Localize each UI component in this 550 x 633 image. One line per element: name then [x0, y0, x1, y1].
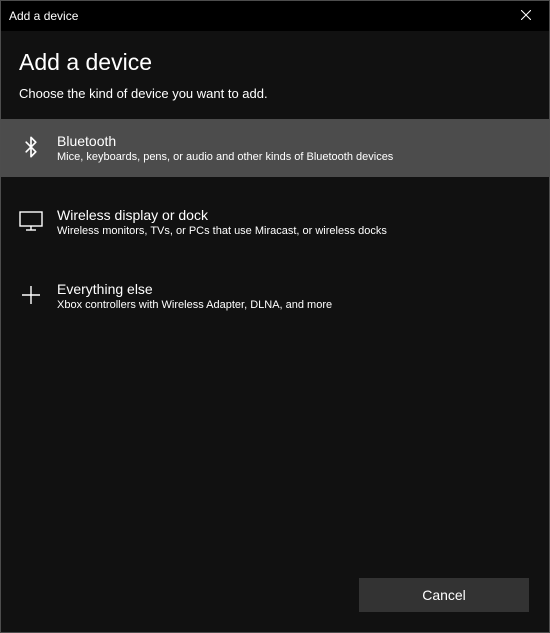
option-title: Everything else [57, 281, 332, 297]
device-options: Bluetooth Mice, keyboards, pens, or audi… [1, 119, 549, 562]
window-title: Add a device [9, 9, 503, 23]
option-text: Bluetooth Mice, keyboards, pens, or audi… [57, 133, 393, 163]
option-desc: Mice, keyboards, pens, or audio and othe… [57, 151, 393, 163]
option-bluetooth[interactable]: Bluetooth Mice, keyboards, pens, or audi… [1, 119, 549, 177]
option-title: Wireless display or dock [57, 207, 387, 223]
plus-icon [19, 283, 43, 307]
dialog-content: Add a device Choose the kind of device y… [1, 31, 549, 632]
add-device-window: Add a device Add a device Choose the kin… [0, 0, 550, 633]
option-wireless-display[interactable]: Wireless display or dock Wireless monito… [1, 193, 549, 251]
dialog-footer: Cancel [1, 562, 549, 632]
display-icon [19, 209, 43, 233]
cancel-button[interactable]: Cancel [359, 578, 529, 612]
option-title: Bluetooth [57, 133, 393, 149]
option-everything-else[interactable]: Everything else Xbox controllers with Wi… [1, 267, 549, 325]
bluetooth-icon [19, 135, 43, 159]
dialog-subheading: Choose the kind of device you want to ad… [1, 82, 549, 119]
dialog-heading: Add a device [1, 31, 549, 82]
close-icon [521, 7, 531, 25]
option-text: Everything else Xbox controllers with Wi… [57, 281, 332, 311]
option-desc: Xbox controllers with Wireless Adapter, … [57, 299, 332, 311]
titlebar: Add a device [1, 1, 549, 31]
option-text: Wireless display or dock Wireless monito… [57, 207, 387, 237]
option-desc: Wireless monitors, TVs, or PCs that use … [57, 225, 387, 237]
close-button[interactable] [503, 1, 549, 31]
